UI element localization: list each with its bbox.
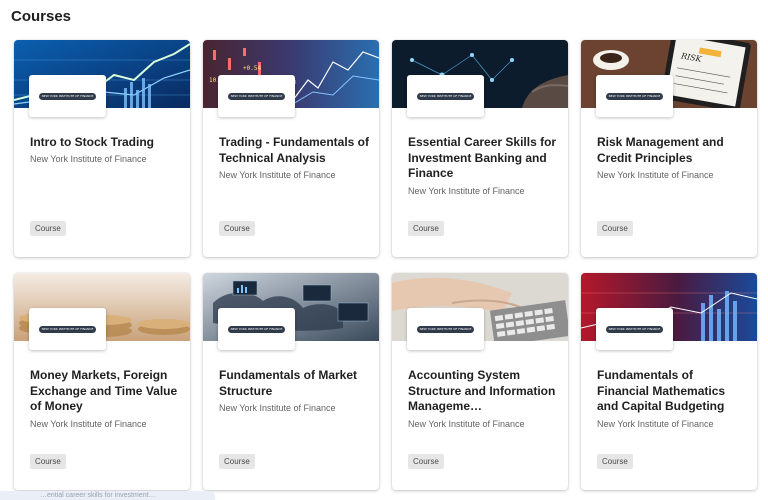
course-title[interactable]: Fundamentals of Market Structure xyxy=(219,368,369,399)
course-type-badge: Course xyxy=(219,221,255,236)
footer-hint: …ential career skills for investment… xyxy=(0,491,215,500)
course-title[interactable]: Risk Management and Credit Principles xyxy=(597,135,747,166)
course-card[interactable]: RISK NEW YORK INSTITUTE OF FINANCE Risk … xyxy=(581,40,757,257)
course-title[interactable]: Trading - Fundamentals of Technical Anal… xyxy=(219,135,369,166)
course-type-badge: Course xyxy=(30,221,66,236)
course-partner: New York Institute of Finance xyxy=(597,419,714,429)
course-card[interactable]: NEW YORK INSTITUTE OF FINANCE Money Mark… xyxy=(14,273,190,490)
course-card[interactable]: NEW YORK INSTITUTE OF FINANCE Fundamenta… xyxy=(581,273,757,490)
partner-logo-mark: NEW YORK INSTITUTE OF FINANCE xyxy=(227,92,286,100)
course-title[interactable]: Money Markets, Foreign Exchange and Time… xyxy=(30,368,180,415)
partner-logo: NEW YORK INSTITUTE OF FINANCE xyxy=(218,308,295,350)
course-partner: New York Institute of Finance xyxy=(30,419,147,429)
course-partner: New York Institute of Finance xyxy=(219,403,336,413)
partner-logo: NEW YORK INSTITUTE OF FINANCE xyxy=(29,308,106,350)
course-partner: New York Institute of Finance xyxy=(597,170,714,180)
course-type-badge: Course xyxy=(597,221,633,236)
partner-logo-mark: NEW YORK INSTITUTE OF FINANCE xyxy=(227,325,286,333)
page-title: Courses xyxy=(11,8,72,25)
partner-logo: NEW YORK INSTITUTE OF FINANCE xyxy=(407,75,484,117)
svg-text:+0.54: +0.54 xyxy=(243,65,261,72)
course-partner: New York Institute of Finance xyxy=(408,186,525,196)
course-title[interactable]: Accounting System Structure and Informat… xyxy=(408,368,558,415)
partner-logo-mark: NEW YORK INSTITUTE OF FINANCE xyxy=(416,92,475,100)
course-grid: NEW YORK INSTITUTE OF FINANCE Intro to S… xyxy=(14,40,757,490)
partner-logo: NEW YORK INSTITUTE OF FINANCE xyxy=(407,308,484,350)
course-title[interactable]: Essential Career Skills for Investment B… xyxy=(408,135,558,182)
course-card[interactable]: NEW YORK INSTITUTE OF FINANCE Intro to S… xyxy=(14,40,190,257)
partner-logo-mark: NEW YORK INSTITUTE OF FINANCE xyxy=(605,325,664,333)
course-type-badge: Course xyxy=(219,454,255,469)
course-card[interactable]: NEW YORK INSTITUTE OF FINANCE Essential … xyxy=(392,40,568,257)
course-type-badge: Course xyxy=(408,221,444,236)
course-card[interactable]: NEW YORK INSTITUTE OF FINANCE Accounting… xyxy=(392,273,568,490)
course-title[interactable]: Fundamentals of Financial Mathematics an… xyxy=(597,368,747,415)
partner-logo: NEW YORK INSTITUTE OF FINANCE xyxy=(29,75,106,117)
course-type-badge: Course xyxy=(30,454,66,469)
partner-logo: NEW YORK INSTITUTE OF FINANCE xyxy=(596,308,673,350)
course-card[interactable]: NEW YORK INSTITUTE OF FINANCE Fundamenta… xyxy=(203,273,379,490)
partner-logo-mark: NEW YORK INSTITUTE OF FINANCE xyxy=(38,92,97,100)
partner-logo-mark: NEW YORK INSTITUTE OF FINANCE xyxy=(38,325,97,333)
partner-logo-mark: NEW YORK INSTITUTE OF FINANCE xyxy=(416,325,475,333)
partner-logo-mark: NEW YORK INSTITUTE OF FINANCE xyxy=(605,92,664,100)
footer-hint-text: …ential career skills for investment… xyxy=(40,492,156,499)
course-type-badge: Course xyxy=(408,454,444,469)
course-card[interactable]: 10.80+0.5410.43 NEW YORK INSTITUTE OF FI… xyxy=(203,40,379,257)
course-partner: New York Institute of Finance xyxy=(219,170,336,180)
course-type-badge: Course xyxy=(597,454,633,469)
partner-logo: NEW YORK INSTITUTE OF FINANCE xyxy=(218,75,295,117)
course-title[interactable]: Intro to Stock Trading xyxy=(30,135,180,151)
partner-logo: NEW YORK INSTITUTE OF FINANCE xyxy=(596,75,673,117)
course-partner: New York Institute of Finance xyxy=(30,154,147,164)
course-partner: New York Institute of Finance xyxy=(408,419,525,429)
